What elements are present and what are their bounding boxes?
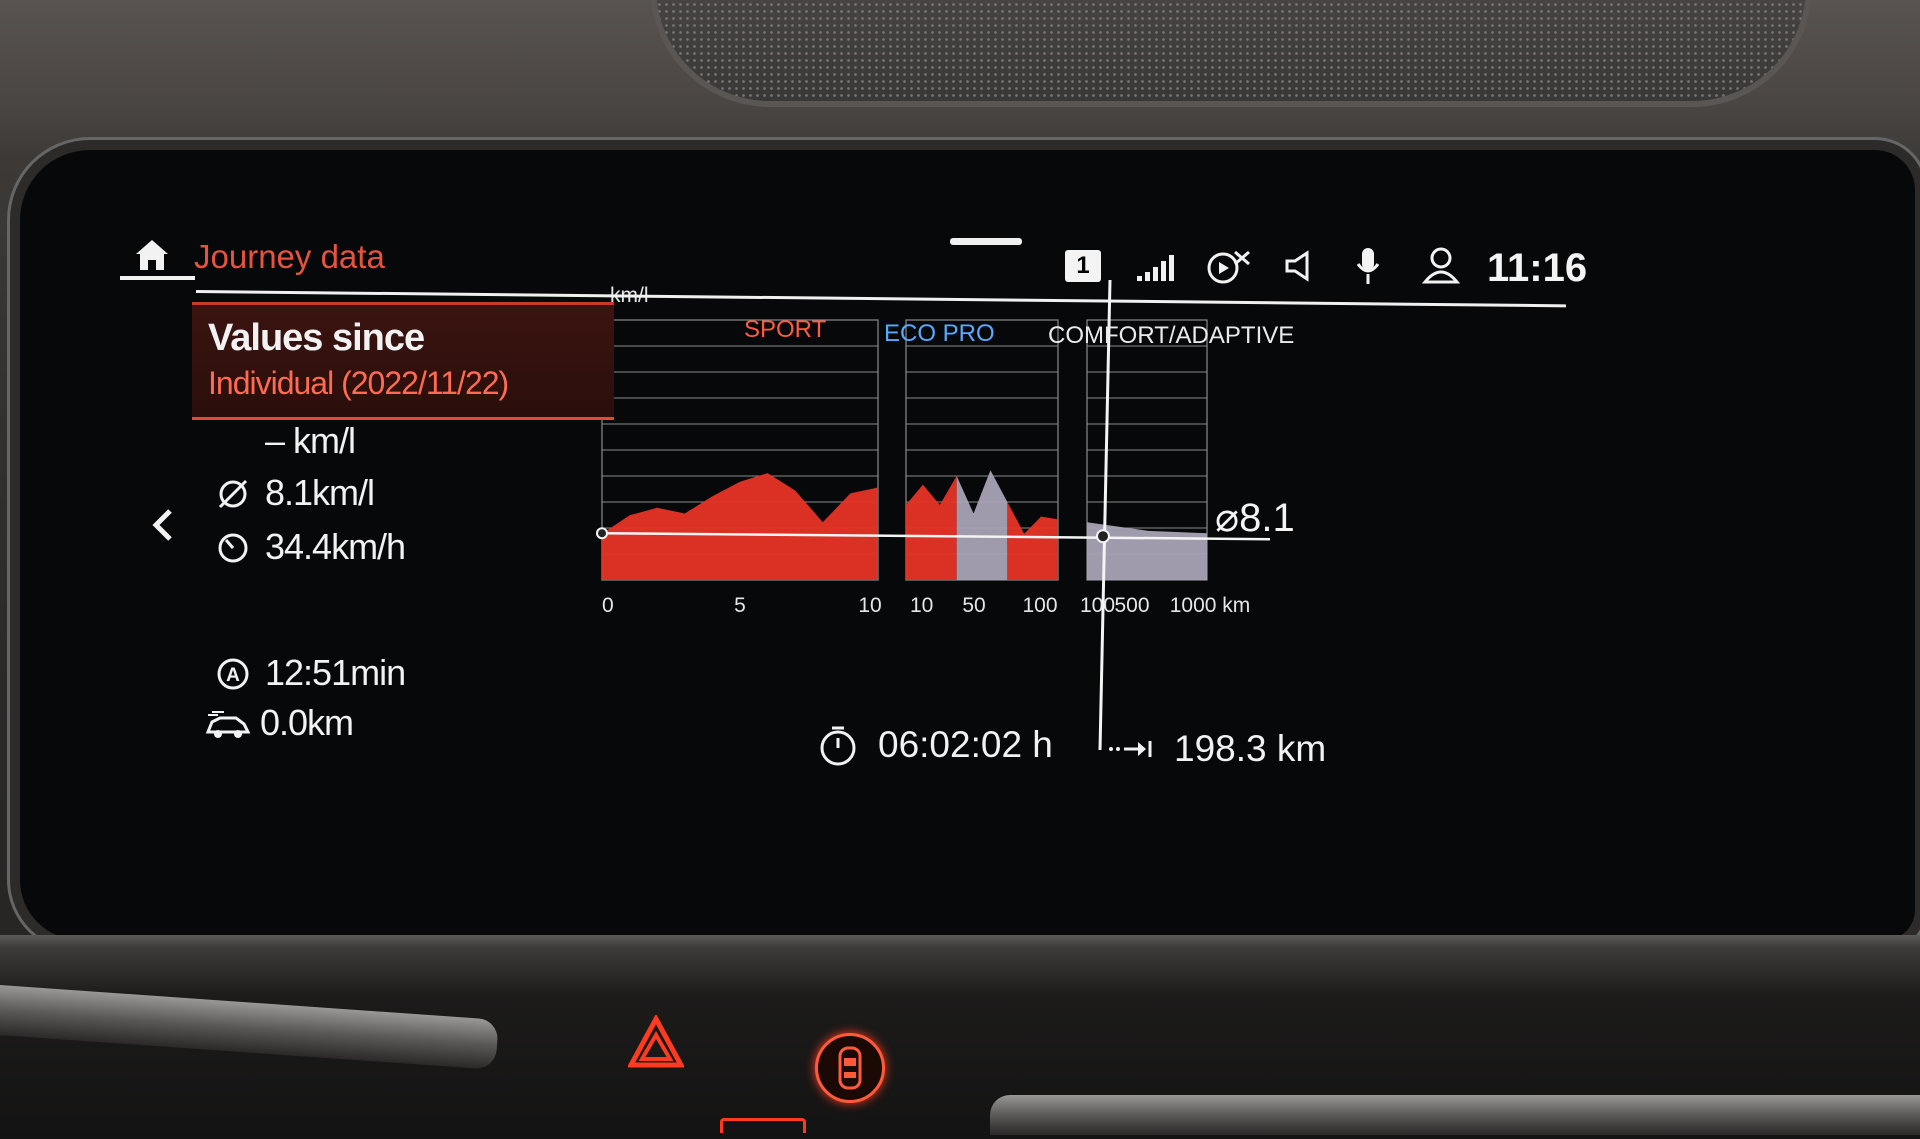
assistant-icon[interactable] [1205,246,1253,286]
x-axis-tick-label: 10 [858,594,881,617]
chevron-left-icon[interactable] [150,505,174,545]
microphone-icon[interactable] [1355,246,1381,286]
air-vent-trim-right [990,1095,1920,1135]
mode-eco-pro-label: ECO PRO [884,320,995,347]
auto-start-stop-icon: A [217,658,249,690]
user-profile-icon[interactable] [1420,246,1462,286]
cursor-marker [1096,529,1110,544]
mode-sport-label: SPORT [744,316,827,343]
consumption-area-2-2 [956,470,1008,580]
values-since-date: Individual (2022/11/22) [208,365,509,401]
distance-arrow-icon [1109,741,1152,757]
x-axis-tick-label: 10 [910,594,933,617]
electric-distance-value: 0.0km [260,702,354,743]
average-speed-value: 34.4km/h [265,526,406,567]
car-top-view-icon [838,1046,862,1090]
chart-panel-1: 0 5 10 [601,319,882,617]
consumption-area-2-1 [906,476,957,580]
chart-panel-2: 10 50 100 [905,319,1059,617]
clock: 11:16 [1487,246,1588,290]
notification-pull-handle[interactable] [950,238,1022,245]
x-axis-tick-label: 0 [602,594,614,617]
values-since-selector[interactable]: Values since Individual (2022/11/22) [192,302,614,420]
current-consumption-value: – km/l [265,420,356,461]
console-indicator-light [720,1118,806,1133]
speedometer-icon [218,533,248,563]
average-diameter-icon [218,479,248,509]
home-underline [120,276,195,280]
trip-time-value: 06:02:02 h [878,724,1053,765]
average-start-marker [596,527,608,540]
average-value-label: ⌀8.1 [1215,496,1295,540]
x-axis-tick-label: 100 [1022,594,1057,617]
signal-strength-icon [1137,255,1174,281]
x-axis-tick-label: 5 [734,594,746,617]
stopwatch-icon [820,726,856,766]
home-icon[interactable] [134,238,170,272]
driving-time-value: 12:51min [265,652,406,693]
infotainment-screen: km/l45051010501001005001000 km⌀8.1 Journ… [110,220,1610,780]
x-axis-tick-label: 50 [962,594,985,617]
x-axis-tick-label: 500 [1114,594,1149,617]
x-axis-tick-label: 1000 km [1170,594,1251,617]
average-consumption-value: 8.1km/l [265,472,375,513]
position-cursor [1098,279,1112,751]
mode-comfort-label: COMFORT/ADAPTIVE [1048,322,1295,349]
x-axis-tick-label: 100 [1080,594,1115,617]
coasting-car-icon [205,711,250,738]
driver-profile-badge[interactable]: 1 [1065,250,1101,282]
hazard-warning-button[interactable] [628,1015,684,1071]
svg-text:A: A [226,665,240,686]
speaker-grille [650,0,1812,107]
consumption-area-1-1 [602,473,878,580]
volume-icon[interactable] [1283,250,1315,282]
consumption-area-2-3 [1007,502,1058,580]
park-assist-button[interactable] [815,1033,885,1103]
hazard-icon [628,1015,684,1068]
page-title: Journey data [194,238,385,275]
trip-distance-value: 198.3 km [1174,728,1327,769]
values-since-title: Values since [208,317,425,359]
